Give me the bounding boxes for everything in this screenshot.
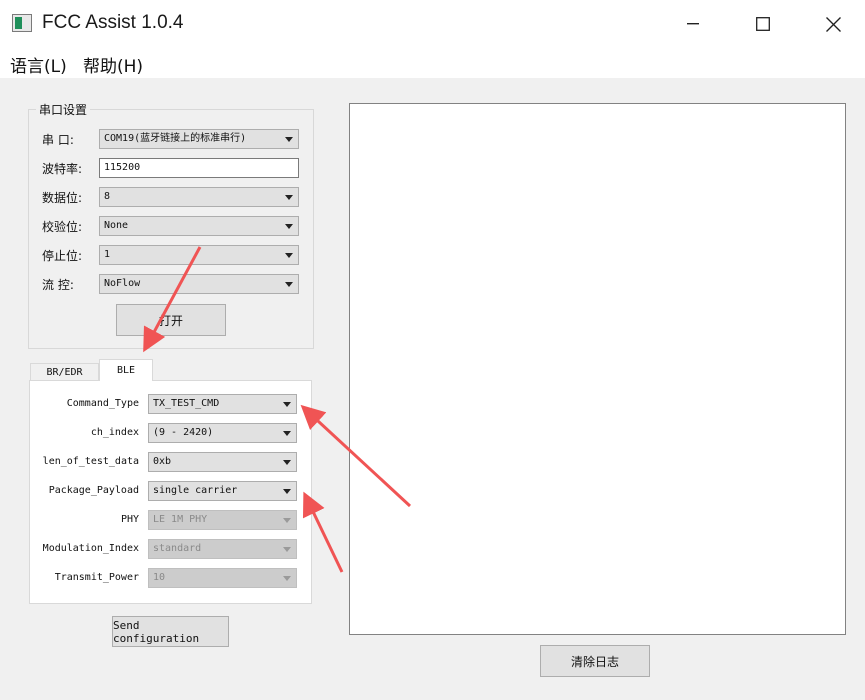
databits-label: 数据位: — [42, 191, 83, 205]
log-output[interactable] — [349, 103, 846, 635]
chevron-down-icon — [283, 489, 291, 494]
chevron-down-icon — [285, 253, 293, 258]
transmit-power-label: Transmit_Power — [54, 572, 139, 583]
modulation-index-label: Modulation_Index — [42, 543, 139, 554]
maximize-icon — [756, 17, 770, 31]
ch-index-label: ch_index — [90, 427, 139, 438]
clear-log-button[interactable]: 清除日志 — [540, 645, 650, 677]
chevron-down-icon — [283, 402, 291, 407]
flow-select[interactable]: NoFlow — [99, 274, 299, 294]
databits-select-value: 8 — [104, 191, 111, 202]
minimize-button[interactable] — [670, 0, 716, 48]
chevron-down-icon — [285, 137, 293, 142]
stopbits-select[interactable]: 1 — [99, 245, 299, 265]
phy-value: LE 1M PHY — [153, 514, 208, 525]
app-icon — [12, 14, 32, 32]
menu-language[interactable]: 语言(L) — [10, 52, 67, 77]
port-select[interactable]: COM19(蓝牙链接上的标准串行) — [99, 129, 299, 149]
stopbits-label: 停止位: — [42, 249, 83, 263]
window-title: FCC Assist 1.0.4 — [42, 12, 184, 33]
command-type-value: TX_TEST_CMD — [153, 398, 220, 409]
modulation-index-select: standard — [148, 539, 297, 559]
parity-select-value: None — [104, 220, 129, 231]
chevron-down-icon — [283, 576, 291, 581]
baud-input[interactable]: 115200 — [99, 158, 299, 178]
port-label: 串 口: — [42, 133, 74, 147]
flow-select-value: NoFlow — [104, 278, 141, 289]
port-select-value: COM19(蓝牙链接上的标准串行) — [104, 133, 247, 144]
len-of-test-data-label: len_of_test_data — [42, 456, 139, 467]
stopbits-select-value: 1 — [104, 249, 111, 260]
tab-br-edr[interactable]: BR/EDR — [30, 363, 99, 381]
databits-select[interactable]: 8 — [99, 187, 299, 207]
phy-label: PHY — [120, 514, 139, 525]
chevron-down-icon — [283, 431, 291, 436]
chevron-down-icon — [283, 518, 291, 523]
serial-settings-title: 串口设置 — [36, 101, 91, 118]
chevron-down-icon — [283, 547, 291, 552]
send-configuration-button[interactable]: Send configuration — [112, 616, 229, 647]
chevron-down-icon — [285, 282, 293, 287]
baud-label: 波特率: — [42, 162, 83, 176]
command-type-label: Command_Type — [66, 398, 139, 409]
parity-label: 校验位: — [42, 220, 83, 234]
title-bar: FCC Assist 1.0.4 — [0, 0, 865, 48]
len-of-test-data-select[interactable]: 0xb — [148, 452, 297, 472]
maximize-button[interactable] — [740, 0, 786, 48]
ch-index-select[interactable]: (9 - 2420) — [148, 423, 297, 443]
parity-select[interactable]: None — [99, 216, 299, 236]
package-payload-select[interactable]: single carrier — [148, 481, 297, 501]
menu-bar: 语言(L) 帮助(H) — [0, 48, 865, 78]
command-type-select[interactable]: TX_TEST_CMD — [148, 394, 297, 414]
ch-index-value: (9 - 2420) — [153, 427, 214, 438]
open-port-button[interactable]: 打开 — [116, 304, 226, 336]
transmit-power-select: 10 — [148, 568, 297, 588]
modulation-index-value: standard — [153, 543, 202, 554]
tab-ble[interactable]: BLE — [99, 359, 153, 381]
package-payload-value: single carrier — [153, 485, 238, 496]
flow-label: 流 控: — [42, 278, 74, 292]
phy-select: LE 1M PHY — [148, 510, 297, 530]
transmit-power-value: 10 — [153, 572, 166, 583]
close-icon — [825, 16, 841, 32]
package-payload-label: Package_Payload — [48, 485, 139, 496]
chevron-down-icon — [283, 460, 291, 465]
close-button[interactable] — [810, 0, 856, 48]
len-of-test-data-value: 0xb — [153, 456, 172, 467]
chevron-down-icon — [285, 224, 293, 229]
menu-help[interactable]: 帮助(H) — [83, 52, 143, 77]
chevron-down-icon — [285, 195, 293, 200]
minimize-icon — [687, 23, 699, 25]
